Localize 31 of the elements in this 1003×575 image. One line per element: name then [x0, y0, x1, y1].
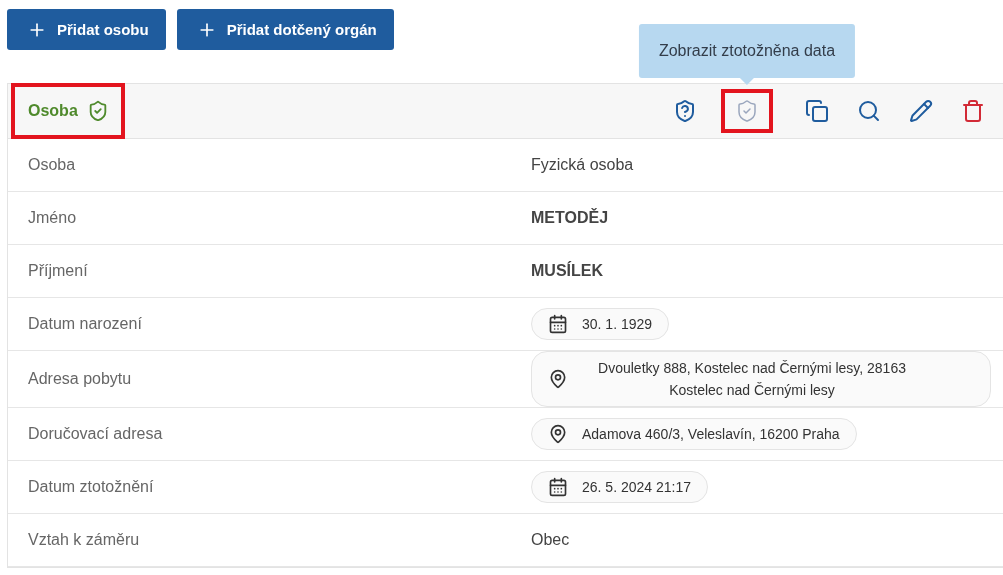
copy-icon	[805, 99, 829, 123]
address-chip: Dvouletky 888, Kostelec nad Černými lesy, 28163 Kostelec nad Černými lesy	[531, 351, 991, 407]
delete-icon	[961, 99, 985, 123]
field-value: MUSÍLEK	[531, 262, 604, 280]
field-label: Datum ztotožnění	[28, 478, 155, 496]
field-label: Příjmení	[28, 262, 89, 280]
field-label: Adresa pobytu	[28, 370, 133, 388]
calendar-icon	[548, 477, 568, 497]
shield-question-icon	[673, 99, 697, 123]
field-label: Jméno	[28, 209, 78, 227]
field-label: Datum narození	[28, 315, 143, 333]
field-label: Vztah k záměru	[28, 531, 141, 549]
field-label: Osoba	[28, 156, 77, 174]
location-icon	[548, 369, 568, 389]
shield-check-icon	[735, 99, 759, 123]
address-chip: Adamova 460/3, Veleslavín, 16200 Praha	[531, 418, 857, 450]
calendar-icon	[548, 314, 568, 334]
location-icon	[548, 424, 568, 444]
tooltip: Zobrazit ztotožněna data	[638, 24, 856, 78]
field-value: METODĚJ	[531, 209, 610, 227]
card-title: Osoba	[28, 102, 78, 120]
field-value: Obec	[531, 531, 571, 549]
add-button[interactable]: Přidat osobu	[7, 9, 166, 50]
search-icon	[857, 99, 881, 123]
field-value: Fyzická osoba	[531, 156, 635, 174]
field-label: Doručovací adresa	[28, 425, 164, 443]
tooltip-arrow	[740, 78, 754, 85]
date-chip: 26. 5. 2024 21:17	[531, 471, 708, 503]
date-chip: 30. 1. 1929	[531, 308, 670, 340]
edit-icon	[909, 99, 933, 123]
add-button[interactable]: Přidat dotčený orgán	[176, 9, 394, 50]
